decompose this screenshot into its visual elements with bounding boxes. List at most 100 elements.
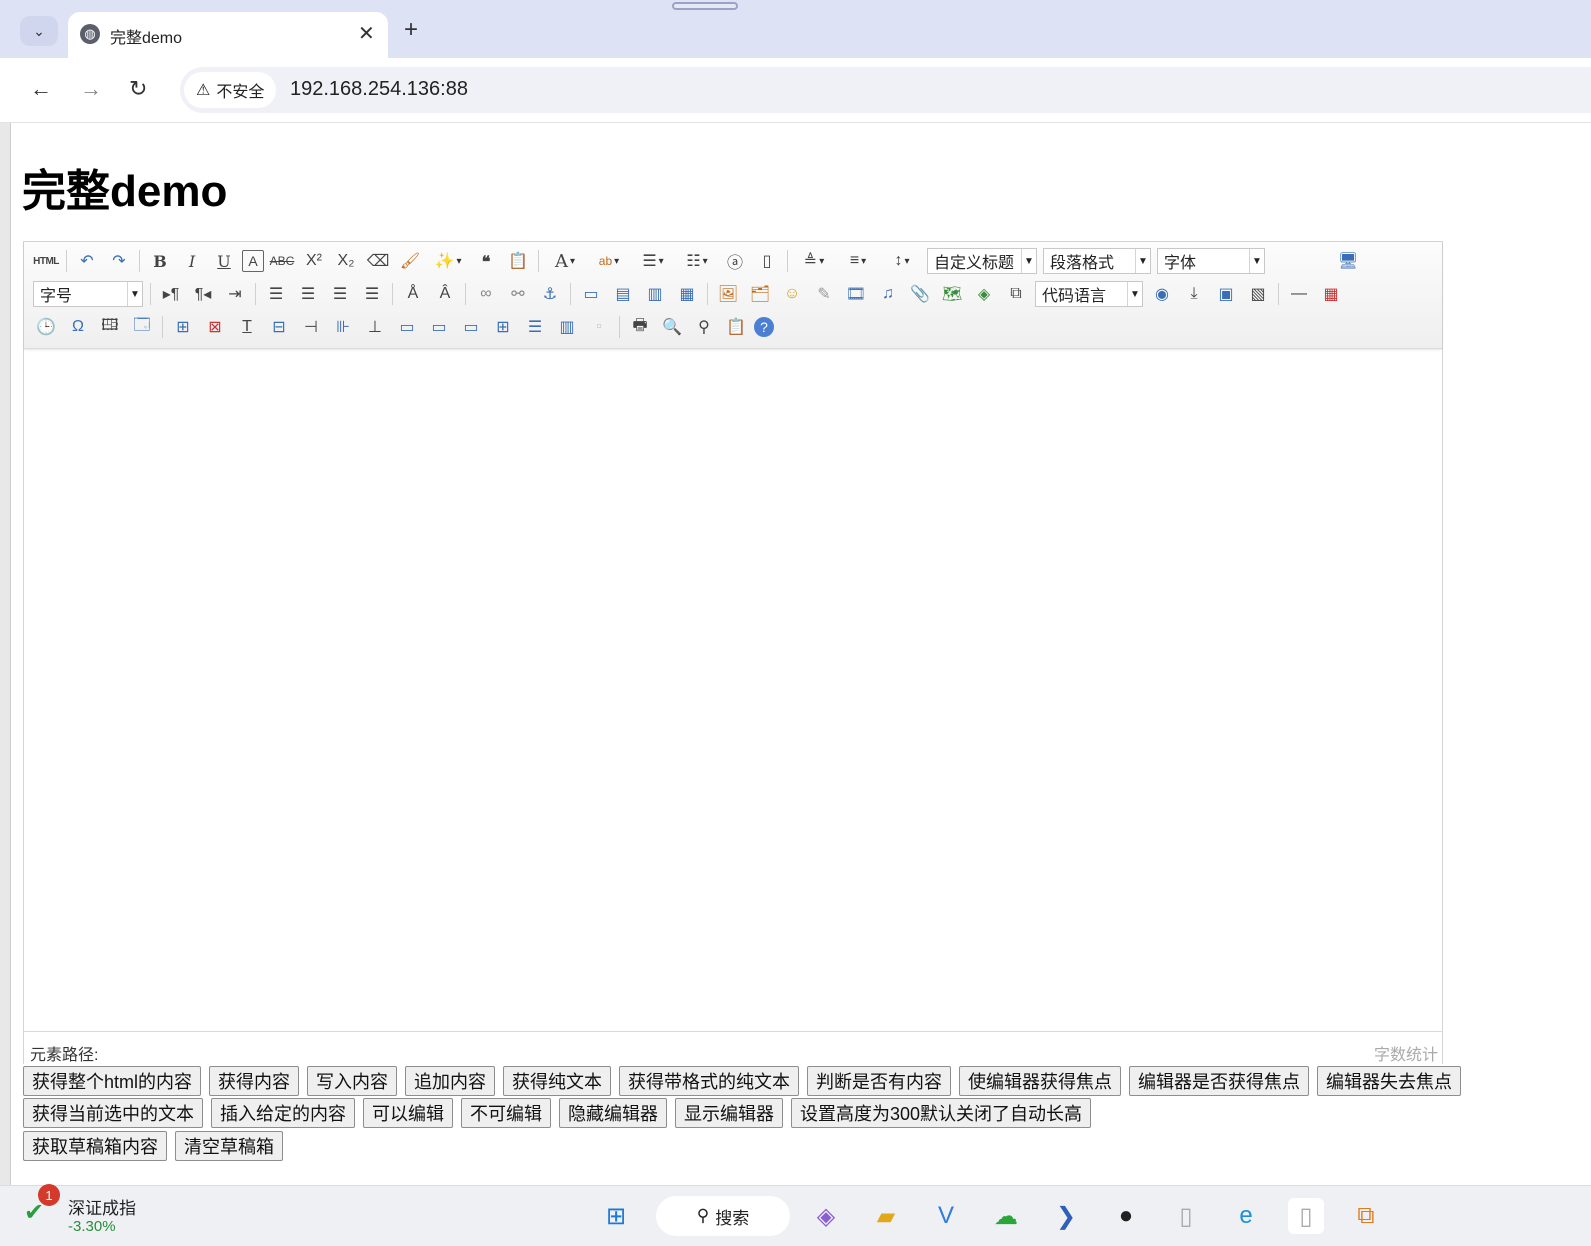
- indent-icon[interactable]: ⇥: [221, 281, 249, 307]
- word-image-icon[interactable]: 🖽: [96, 314, 124, 340]
- redo-icon[interactable]: ↷: [105, 248, 133, 274]
- paragraph-format-select[interactable]: 段落格式 ▼: [1043, 248, 1151, 274]
- image-float-right-icon[interactable]: ▥: [641, 281, 669, 307]
- merge-cells-icon[interactable]: ▭: [393, 314, 421, 340]
- search-replace-icon[interactable]: ⚲: [690, 314, 718, 340]
- font-size-select[interactable]: 字号 ▼: [33, 281, 143, 307]
- special-chars-icon[interactable]: Ω: [64, 314, 92, 340]
- line-height-icon[interactable]: ↕: [882, 248, 922, 274]
- code-language-select[interactable]: 代码语言 ▼: [1035, 281, 1143, 307]
- anchor-icon[interactable]: ⚓: [536, 281, 564, 307]
- file-explorer-icon[interactable]: ▰: [868, 1198, 904, 1234]
- append-content-button[interactable]: 追加内容: [405, 1066, 496, 1096]
- wechat-icon[interactable]: ☁: [988, 1198, 1024, 1234]
- image-float-none-icon[interactable]: ▭: [577, 281, 605, 307]
- insert-row-icon[interactable]: ⊟: [265, 314, 293, 340]
- get-selected-text-button[interactable]: 获得当前选中的文本: [23, 1098, 203, 1128]
- virtual-desktop-icon[interactable]: ⧉: [1348, 1198, 1384, 1234]
- paste-plain-icon[interactable]: 📋: [504, 248, 532, 274]
- copilot-icon[interactable]: ◈: [808, 1198, 844, 1234]
- forward-arrow-icon[interactable]: →: [80, 76, 102, 102]
- html-source-icon[interactable]: HTML: [32, 248, 60, 274]
- google-map-icon[interactable]: ◈: [970, 281, 998, 307]
- delete-col-icon[interactable]: ⊥: [361, 314, 389, 340]
- ltr-direction-icon[interactable]: ▸¶: [157, 281, 185, 307]
- subscript-icon[interactable]: X₂: [332, 248, 360, 274]
- preview-icon[interactable]: 🔍: [658, 314, 686, 340]
- new-tab-button[interactable]: +: [404, 16, 418, 44]
- ordered-list-icon[interactable]: ☰: [633, 248, 673, 274]
- insert-table-icon[interactable]: ⊞: [169, 314, 197, 340]
- link-icon[interactable]: ∞: [472, 281, 500, 307]
- fullscreen-icon[interactable]: 🖥: [1334, 248, 1362, 274]
- bold-icon[interactable]: B: [146, 248, 174, 274]
- security-chip[interactable]: ⚠ 不安全: [184, 72, 277, 108]
- insert-image-icon[interactable]: 🗂: [746, 281, 774, 307]
- blockquote-icon[interactable]: ❝: [472, 248, 500, 274]
- font-border-icon[interactable]: A: [242, 250, 264, 272]
- get-content-button[interactable]: 获得内容: [209, 1066, 300, 1096]
- active-document-icon[interactable]: ▯: [1288, 1198, 1324, 1234]
- terminal-icon[interactable]: ❯: [1048, 1198, 1084, 1234]
- set-blur-button[interactable]: 编辑器失去焦点: [1317, 1066, 1462, 1096]
- split-to-cells-icon[interactable]: ⊞: [489, 314, 517, 340]
- insert-html-button[interactable]: 插入给定的内容: [211, 1098, 355, 1128]
- undo-icon[interactable]: ↶: [73, 248, 101, 274]
- set-enabled-button[interactable]: 可以编辑: [363, 1098, 453, 1128]
- background-color-icon[interactable]: ab: [589, 248, 629, 274]
- delete-row-icon[interactable]: ⊣: [297, 314, 325, 340]
- show-editor-button[interactable]: 显示编辑器: [675, 1098, 783, 1128]
- webapp-icon[interactable]: ◉: [1148, 281, 1176, 307]
- document-icon[interactable]: ▯: [1168, 1198, 1204, 1234]
- horizontal-rule-icon[interactable]: —: [1285, 281, 1313, 307]
- get-formatted-text-button[interactable]: 获得带格式的纯文本: [619, 1066, 800, 1096]
- address-bar[interactable]: ⚠ 不安全 192.168.254.136:88: [180, 67, 1591, 113]
- time-icon[interactable]: 🕒: [32, 314, 60, 340]
- merge-down-icon[interactable]: ▭: [457, 314, 485, 340]
- print-icon[interactable]: 🖶: [626, 314, 654, 340]
- qq-icon[interactable]: ●: [1108, 1198, 1144, 1234]
- set-focus-button[interactable]: 使编辑器获得焦点: [959, 1066, 1122, 1096]
- browser-tab[interactable]: ◍ 完整demo ✕: [68, 12, 388, 58]
- align-center-icon[interactable]: ☰: [294, 281, 322, 307]
- font-color-icon[interactable]: A: [545, 248, 585, 274]
- select-all-icon[interactable]: ⓐ: [721, 248, 749, 274]
- attachment-icon[interactable]: 📎: [906, 281, 934, 307]
- close-icon[interactable]: ✕: [358, 21, 375, 46]
- split-to-cols-icon[interactable]: ▥: [553, 314, 581, 340]
- get-plain-text-button[interactable]: 获得纯文本: [503, 1066, 612, 1096]
- merge-right-icon[interactable]: ▭: [425, 314, 453, 340]
- pagebreak-icon[interactable]: ⤓: [1180, 281, 1208, 307]
- row-spacing-top-icon[interactable]: ≜: [794, 248, 834, 274]
- unordered-list-icon[interactable]: ☷: [677, 248, 717, 274]
- image-center-icon[interactable]: ▦: [673, 281, 701, 307]
- taskbar-search[interactable]: ⚲ 搜索: [656, 1196, 790, 1236]
- app-v-icon[interactable]: V: [928, 1198, 964, 1234]
- simple-upload-icon[interactable]: 🖼: [714, 281, 742, 307]
- strikethrough-icon[interactable]: ABC: [268, 248, 296, 274]
- template-icon[interactable]: ▣: [1212, 281, 1240, 307]
- help-icon[interactable]: ?: [754, 317, 774, 337]
- editor-content-area[interactable]: [24, 349, 1442, 1029]
- hide-editor-button[interactable]: 隐藏编辑器: [559, 1098, 667, 1128]
- edge-icon[interactable]: e: [1228, 1198, 1264, 1234]
- has-content-button[interactable]: 判断是否有内容: [807, 1066, 952, 1096]
- italic-icon[interactable]: I: [178, 248, 206, 274]
- clear-drafts-button[interactable]: 清空草稿箱: [175, 1131, 283, 1161]
- snapscreen-icon[interactable]: 🗔: [128, 314, 156, 340]
- music-icon[interactable]: ♫: [874, 281, 902, 307]
- align-left-icon[interactable]: ☰: [262, 281, 290, 307]
- split-to-rows-icon[interactable]: ☰: [521, 314, 549, 340]
- insert-paragraph-before-table-icon[interactable]: T̲: [233, 314, 261, 340]
- uppercase-icon[interactable]: Å: [399, 281, 427, 307]
- underline-icon[interactable]: U: [210, 248, 238, 274]
- stock-name[interactable]: 深证成指: [68, 1194, 136, 1219]
- row-spacing-bottom-icon[interactable]: ≡: [838, 248, 878, 274]
- drafts-icon[interactable]: 📋: [722, 314, 750, 340]
- delete-table-icon[interactable]: ⊠: [201, 314, 229, 340]
- clear-document-icon[interactable]: ▯: [753, 248, 781, 274]
- chart-icon[interactable]: ▫: [585, 314, 613, 340]
- auto-typeset-icon[interactable]: ✨: [428, 248, 468, 274]
- date-icon[interactable]: ▦: [1317, 281, 1345, 307]
- set-height-button[interactable]: 设置高度为300默认关闭了自动长高: [791, 1098, 1092, 1128]
